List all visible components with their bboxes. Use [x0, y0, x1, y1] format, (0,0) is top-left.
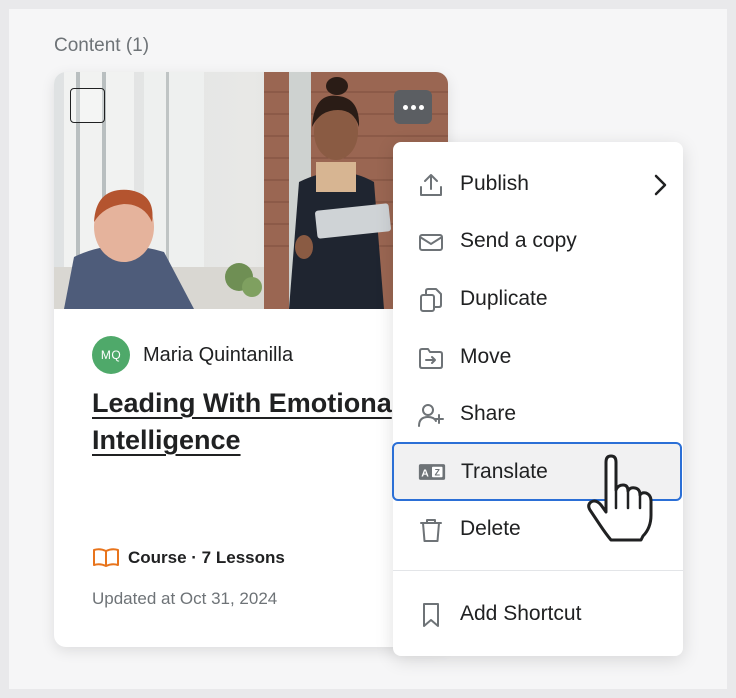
menu-item-label: Delete [460, 517, 521, 540]
menu-item-send-copy[interactable]: Send a copy [393, 213, 683, 269]
section-title: Content (1) [54, 35, 150, 56]
bookmark-icon [423, 603, 439, 627]
menu-item-label: Move [460, 345, 512, 368]
context-menu: Publish Send a copy Duplicate Move Share… [392, 142, 683, 656]
avatar: MQ [92, 336, 130, 374]
course-card[interactable]: MQ Maria Quintanilla Leading With Emotio… [54, 72, 448, 647]
menu-divider [393, 570, 683, 571]
book-open-icon [93, 548, 119, 567]
author-row: MQ Maria Quintanilla [92, 336, 293, 374]
course-title-link[interactable]: Leading With Emotiona Intelligence [92, 385, 422, 459]
menu-item-label: Send a copy [460, 229, 577, 252]
svg-text:A: A [421, 467, 429, 479]
menu-item-label: Publish [460, 172, 529, 195]
upload-icon [420, 174, 442, 196]
dot-icon [410, 104, 416, 110]
dot-icon [402, 104, 408, 110]
course-meta-text: Course · 7 Lessons [128, 548, 285, 567]
trash-icon [420, 519, 442, 542]
translate-icon: A Z [418, 464, 446, 480]
menu-item-label: Share [460, 402, 517, 425]
updated-date: Updated at Oct 31, 2024 [92, 589, 278, 608]
user-add-icon [418, 404, 444, 427]
course-thumbnail [54, 72, 448, 309]
hand-pointer-icon [587, 454, 653, 542]
author-name: Maria Quintanilla [143, 343, 294, 366]
more-options-button[interactable] [394, 90, 432, 124]
course-title-line-1[interactable]: Leading With Emotiona [92, 388, 392, 418]
menu-item-add-shortcut[interactable]: Add Shortcut [393, 586, 683, 642]
menu-item-publish[interactable]: Publish [393, 156, 683, 212]
menu-item-label: Add Shortcut [460, 602, 582, 625]
menu-item-label: Duplicate [460, 287, 548, 310]
svg-text:Z: Z [435, 468, 441, 478]
course-meta: Course · 7 Lessons [92, 547, 285, 569]
copy-icon [420, 288, 442, 312]
menu-item-duplicate[interactable]: Duplicate [393, 271, 683, 327]
menu-item-share[interactable]: Share [393, 386, 683, 442]
dot-icon [418, 104, 424, 110]
select-checkbox[interactable] [70, 88, 105, 123]
menu-item-move[interactable]: Move [393, 329, 683, 385]
folder-move-icon [419, 348, 443, 369]
chevron-right-icon [654, 174, 667, 196]
course-title-line-2[interactable]: Intelligence [92, 425, 241, 455]
menu-item-label: Translate [461, 459, 548, 483]
envelope-icon [419, 234, 443, 251]
